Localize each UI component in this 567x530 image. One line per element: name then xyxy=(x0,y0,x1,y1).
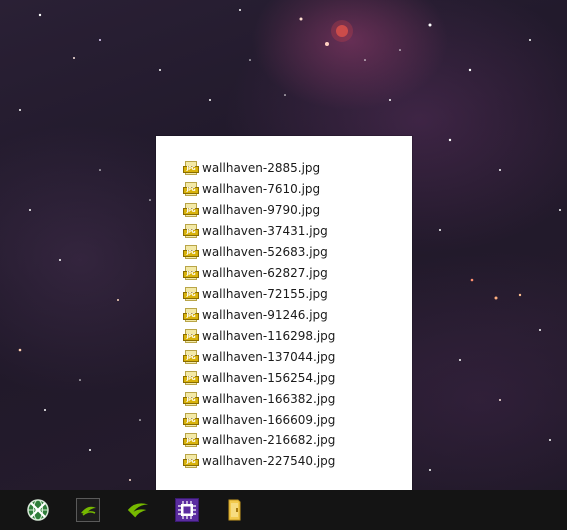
jpg-file-icon: JPG xyxy=(183,391,199,407)
file-name-label: wallhaven-116298.jpg xyxy=(202,328,336,343)
network-globe-icon[interactable] xyxy=(26,498,50,522)
jpg-file-icon: JPG xyxy=(183,349,199,365)
jpg-file-icon: JPG xyxy=(183,202,199,218)
nvidia-control-panel-icon[interactable] xyxy=(76,498,100,522)
file-explorer-folder-icon[interactable] xyxy=(224,498,248,522)
file-list-item[interactable]: JPG wallhaven-2885.jpg xyxy=(183,158,335,179)
file-list-item[interactable]: JPG wallhaven-52683.jpg xyxy=(183,242,335,263)
file-list-item[interactable]: JPG wallhaven-166609.jpg xyxy=(183,409,335,430)
file-name-label: wallhaven-91246.jpg xyxy=(202,307,328,322)
file-name-label: wallhaven-227540.jpg xyxy=(202,454,336,469)
jpg-file-icon: JPG xyxy=(183,328,199,344)
file-list-item[interactable]: JPG wallhaven-137044.jpg xyxy=(183,346,335,367)
file-name-label: wallhaven-166382.jpg xyxy=(202,391,336,406)
file-name-label: wallhaven-52683.jpg xyxy=(202,245,328,260)
file-list: JPG wallhaven-2885.jpg JPG wallhaven-7610.j… xyxy=(183,158,335,472)
jump-list-popup: JPG wallhaven-2885.jpg JPG wallhaven-7610.j… xyxy=(156,136,412,490)
file-list-item[interactable]: JPG wallhaven-227540.jpg xyxy=(183,451,335,472)
file-name-label: wallhaven-137044.jpg xyxy=(202,349,336,364)
jpg-file-icon: JPG xyxy=(183,244,199,260)
file-name-label: wallhaven-7610.jpg xyxy=(202,182,321,197)
file-name-label: wallhaven-72155.jpg xyxy=(202,286,328,301)
file-list-item[interactable]: JPG wallhaven-216682.jpg xyxy=(183,430,335,451)
file-name-label: wallhaven-166609.jpg xyxy=(202,412,336,427)
file-name-label: wallhaven-9790.jpg xyxy=(202,203,321,218)
file-list-item[interactable]: JPG wallhaven-62827.jpg xyxy=(183,263,335,284)
jpg-file-icon: JPG xyxy=(183,160,199,176)
file-list-item[interactable]: JPG wallhaven-156254.jpg xyxy=(183,367,335,388)
cpu-chip-icon[interactable] xyxy=(175,498,199,522)
jpg-file-icon: JPG xyxy=(183,432,199,448)
file-list-item[interactable]: JPG wallhaven-116298.jpg xyxy=(183,325,335,346)
taskbar xyxy=(0,490,567,530)
file-name-label: wallhaven-37431.jpg xyxy=(202,224,328,239)
file-name-label: wallhaven-216682.jpg xyxy=(202,433,336,448)
jpg-file-icon: JPG xyxy=(183,265,199,281)
jpg-file-icon: JPG xyxy=(183,286,199,302)
jpg-file-icon: JPG xyxy=(183,453,199,469)
jpg-file-icon: JPG xyxy=(183,370,199,386)
jpg-file-icon: JPG xyxy=(183,223,199,239)
jpg-file-icon: JPG xyxy=(183,412,199,428)
file-list-item[interactable]: JPG wallhaven-7610.jpg xyxy=(183,179,335,200)
jpg-file-icon: JPG xyxy=(183,307,199,323)
file-list-item[interactable]: JPG wallhaven-72155.jpg xyxy=(183,284,335,305)
file-name-label: wallhaven-62827.jpg xyxy=(202,266,328,281)
file-list-item[interactable]: JPG wallhaven-91246.jpg xyxy=(183,304,335,325)
file-list-item[interactable]: JPG wallhaven-9790.jpg xyxy=(183,200,335,221)
file-name-label: wallhaven-156254.jpg xyxy=(202,370,336,385)
file-name-label: wallhaven-2885.jpg xyxy=(202,161,321,176)
jpg-file-icon: JPG xyxy=(183,181,199,197)
file-list-item[interactable]: JPG wallhaven-37431.jpg xyxy=(183,221,335,242)
nvidia-geforce-icon[interactable] xyxy=(126,498,150,522)
file-list-item[interactable]: JPG wallhaven-166382.jpg xyxy=(183,388,335,409)
